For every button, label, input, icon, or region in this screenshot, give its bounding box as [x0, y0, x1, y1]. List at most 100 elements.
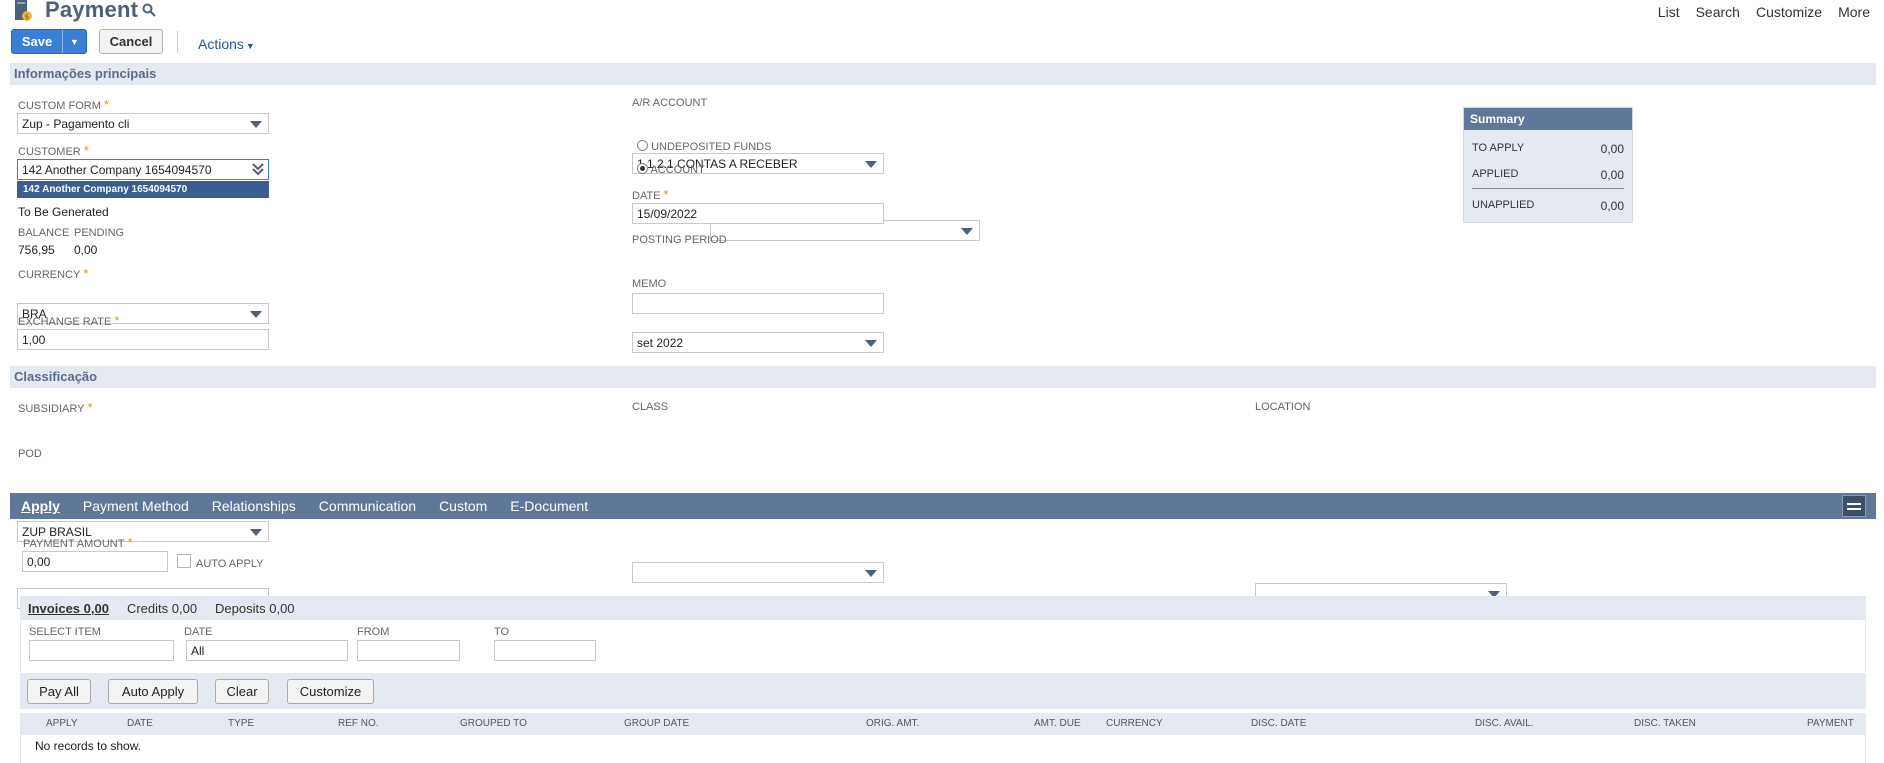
- auto-apply-button[interactable]: Auto Apply: [108, 679, 198, 704]
- number-value: To Be Generated: [18, 205, 109, 219]
- column-date[interactable]: DATE: [127, 718, 153, 729]
- dropdown-arrow-icon: [865, 340, 877, 347]
- from-input[interactable]: [357, 640, 460, 661]
- undeposited-funds-option[interactable]: UNDEPOSITED FUNDS: [637, 140, 771, 153]
- layout-menu-icon[interactable]: [1842, 495, 1866, 517]
- dropdown-arrow-icon: [865, 570, 877, 577]
- to-label: TO: [494, 626, 510, 638]
- sublist-tabs: Invoices 0,00 Credits 0,00 Deposits 0,00: [20, 596, 1866, 620]
- customer-label: CUSTOMER *: [18, 143, 89, 158]
- subsidiary-label: SUBSIDIARY *: [18, 400, 93, 415]
- column-disc-date[interactable]: DISC. DATE: [1251, 718, 1306, 729]
- summary-title: Summary: [1464, 108, 1632, 130]
- dropdown-arrow-icon: [250, 529, 262, 536]
- unapplied-row: UNAPPLIED 0,00: [1472, 199, 1624, 213]
- column-ref-no[interactable]: REF NO.: [338, 718, 379, 729]
- dropdown-arrow-icon: [961, 228, 973, 235]
- select-item-label: SELECT ITEM: [29, 626, 101, 638]
- save-button[interactable]: Save ▼: [11, 29, 87, 54]
- from-label: FROM: [357, 626, 390, 638]
- column-grouped-to[interactable]: GROUPED TO: [460, 718, 527, 729]
- toolbar-divider: [177, 31, 178, 53]
- date-filter-input[interactable]: All: [186, 640, 348, 661]
- payment-amount-input[interactable]: 0,00: [22, 551, 168, 572]
- sublist-button-row: Pay All Auto Apply Clear Customize: [20, 673, 1866, 709]
- column-payment[interactable]: PAYMENT: [1807, 718, 1854, 729]
- search-link[interactable]: Search: [1696, 4, 1740, 20]
- actions-label[interactable]: Actions: [198, 36, 244, 52]
- customize-button[interactable]: Customize: [287, 679, 374, 704]
- exchange-rate-input[interactable]: 1,00: [17, 329, 269, 350]
- subtab-credits[interactable]: Credits 0,00: [127, 601, 197, 616]
- to-input[interactable]: [494, 640, 596, 661]
- clear-button[interactable]: Clear: [215, 679, 269, 704]
- column-group-date[interactable]: GROUP DATE: [624, 718, 689, 729]
- subtab-deposits[interactable]: Deposits 0,00: [215, 601, 295, 616]
- pending-value: 0,00: [74, 243, 98, 257]
- summary-box: Summary TO APPLY 0,00 APPLIED 0,00 UNAPPLI…: [1463, 107, 1633, 223]
- list-link[interactable]: List: [1658, 4, 1680, 20]
- cancel-button[interactable]: Cancel: [99, 29, 163, 54]
- exchange-rate-label: EXCHANGE RATE *: [18, 313, 120, 328]
- posting-period-select[interactable]: set 2022: [632, 332, 884, 353]
- customize-link[interactable]: Customize: [1756, 4, 1822, 20]
- dropdown-arrow-icon: [865, 161, 877, 168]
- class-select[interactable]: [632, 562, 884, 583]
- tab-relationships[interactable]: Relationships: [212, 498, 296, 514]
- auto-apply-label: AUTO APPLY: [196, 558, 264, 570]
- custom-form-label: CUSTOM FORM *: [18, 97, 109, 112]
- tab-custom[interactable]: Custom: [439, 498, 487, 514]
- column-amt-due[interactable]: AMT. DUE: [1034, 718, 1081, 729]
- account-radio[interactable]: [637, 163, 648, 174]
- column-type[interactable]: TYPE: [228, 718, 254, 729]
- custom-form-select[interactable]: Zup - Pagamento cli: [17, 113, 269, 134]
- more-link[interactable]: More: [1838, 4, 1870, 20]
- currency-label: CURRENCY *: [18, 266, 89, 281]
- double-chevron-icon[interactable]: [252, 162, 264, 179]
- column-disc-avail[interactable]: DISC. AVAIL.: [1475, 718, 1534, 729]
- ar-account-label: A/R ACCOUNT: [632, 97, 708, 109]
- column-disc-taken[interactable]: DISC. TAKEN: [1634, 718, 1696, 729]
- subtab-bar: Apply Payment Method Relationships Commu…: [10, 493, 1876, 519]
- save-options-arrow-icon[interactable]: ▼: [63, 30, 86, 53]
- subtab-invoices[interactable]: Invoices 0,00: [28, 601, 109, 616]
- account-option[interactable]: ACCOUNT: [637, 163, 705, 176]
- svg-text:$: $: [25, 13, 29, 21]
- memo-input[interactable]: [632, 293, 884, 314]
- date-input[interactable]: 15/09/2022: [632, 203, 884, 224]
- dropdown-arrow-icon: [250, 311, 262, 318]
- column-apply[interactable]: APPLY: [46, 718, 78, 729]
- tab-communication[interactable]: Communication: [319, 498, 416, 514]
- balance-value: 756,95: [18, 243, 55, 257]
- actions-menu[interactable]: Actions ▼: [198, 36, 255, 52]
- payment-amount-label: PAYMENT AMOUNT *: [23, 535, 133, 550]
- record-icon: $: [13, 0, 33, 22]
- pod-label: POD: [18, 448, 42, 460]
- records-area: [20, 735, 1866, 763]
- column-orig-amt[interactable]: ORIG. AMT.: [866, 718, 919, 729]
- date-filter-label: DATE: [184, 626, 213, 638]
- customer-dropdown-option[interactable]: 142 Another Company 1654094570: [17, 181, 269, 198]
- main-section-header[interactable]: Informações principais: [10, 63, 1876, 85]
- column-currency[interactable]: CURRENCY: [1106, 718, 1163, 729]
- tab-e-document[interactable]: E-Document: [510, 498, 588, 514]
- tab-apply[interactable]: Apply: [21, 498, 60, 514]
- empty-message: No records to show.: [35, 739, 142, 753]
- location-label: LOCATION: [1255, 401, 1311, 413]
- classification-section-header[interactable]: Classificação: [10, 366, 1876, 388]
- pay-all-button[interactable]: Pay All: [27, 679, 91, 704]
- caret-down-icon: ▼: [245, 41, 255, 51]
- sublist-column-headers: APPLY DATE TYPE REF NO. GROUPED TO GROUP…: [20, 713, 1866, 735]
- customer-input[interactable]: 142 Another Company 1654094570: [17, 159, 269, 180]
- to-apply-row: TO APPLY 0,00: [1472, 142, 1624, 156]
- search-icon[interactable]: [142, 3, 156, 20]
- select-item-input[interactable]: [29, 640, 174, 661]
- dropdown-arrow-icon: [250, 121, 262, 128]
- auto-apply-checkbox[interactable]: [177, 554, 191, 571]
- save-button-label[interactable]: Save: [12, 30, 63, 53]
- date-label: DATE *: [632, 187, 669, 202]
- undeposited-funds-radio[interactable]: [637, 140, 648, 151]
- tab-payment-method[interactable]: Payment Method: [83, 498, 189, 514]
- applied-row: APPLIED 0,00: [1472, 168, 1624, 189]
- class-label: CLASS: [632, 401, 669, 413]
